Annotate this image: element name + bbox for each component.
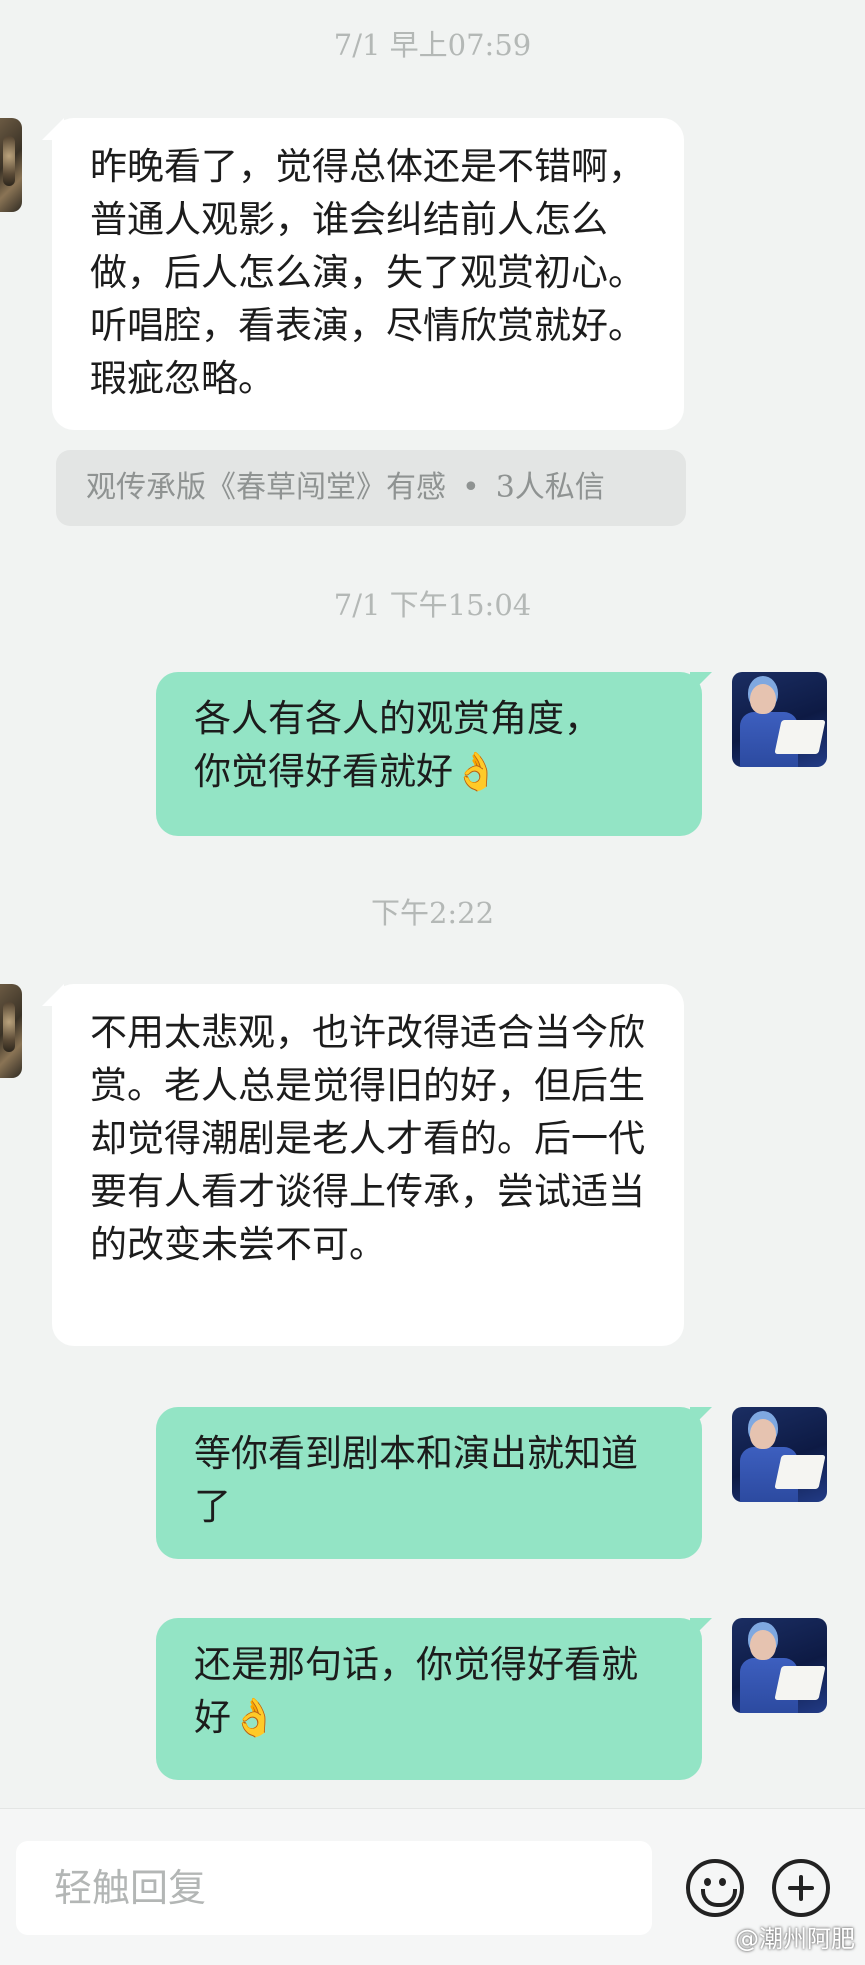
sender-avatar[interactable] <box>0 118 22 212</box>
topic-tag[interactable]: 观传承版《春草闯堂》有感 • 3人私信 <box>56 450 686 526</box>
watermark: @潮州阿肥 <box>735 1925 855 1953</box>
sender-avatar[interactable] <box>0 984 22 1078</box>
separator-dot: • <box>462 470 480 505</box>
outgoing-message: 各人有各人的观赏角度， 你觉得好看就好👌 <box>156 672 712 836</box>
incoming-message: 昨晚看了，觉得总体还是不错啊，普通人观影，谁会纠结前人怎么做，后人怎么演，失了观… <box>42 118 684 430</box>
emoji-eye <box>719 1878 726 1886</box>
avatar-sleeve <box>774 1455 826 1489</box>
timestamp: 下午2:22 <box>370 896 495 930</box>
plus-icon[interactable] <box>772 1859 830 1917</box>
emoji-eye <box>704 1878 711 1886</box>
avatar-sleeve <box>774 720 826 754</box>
avatar-head <box>750 684 776 714</box>
emoji-icon[interactable] <box>686 1859 744 1917</box>
private-message-count: 3人私信 <box>495 470 605 505</box>
incoming-message: 不用太悲观，也许改得适合当今欣赏。老人总是觉得旧的好，但后生却觉得潮剧是老人才看… <box>42 984 684 1346</box>
reply-input[interactable] <box>16 1841 652 1935</box>
user-avatar[interactable] <box>732 1618 827 1713</box>
emoji-mouth <box>701 1889 737 1907</box>
avatar-sleeve <box>774 1666 826 1700</box>
user-avatar[interactable] <box>732 1407 827 1502</box>
outgoing-message: 等你看到剧本和演出就知道了 <box>156 1407 712 1559</box>
avatar-head <box>750 1419 776 1449</box>
user-avatar[interactable] <box>732 672 827 767</box>
timestamp: 7/1 早上07:59 <box>333 28 532 62</box>
topic-title: 观传承版《春草闯堂》有感 <box>86 470 446 505</box>
avatar-head <box>750 1630 776 1660</box>
outgoing-message: 还是那句话，你觉得好看就好👌 <box>156 1618 712 1780</box>
timestamp: 7/1 下午15:04 <box>333 588 532 622</box>
